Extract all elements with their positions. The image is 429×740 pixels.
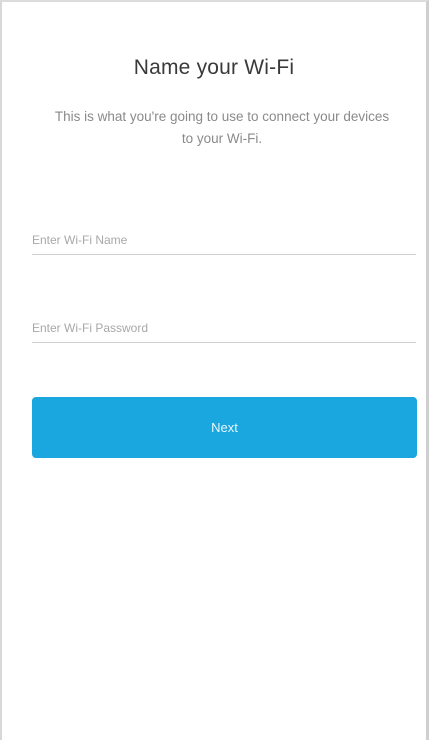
setup-screen: Name your Wi-Fi This is what you're goin…: [0, 0, 429, 740]
page-description: This is what you're going to use to conn…: [54, 109, 390, 146]
page-title: Name your Wi-Fi: [133, 56, 295, 79]
next-button[interactable]: Next: [32, 397, 417, 458]
wifi-password-input[interactable]: [32, 313, 416, 343]
wifi-name-input[interactable]: [32, 225, 416, 255]
